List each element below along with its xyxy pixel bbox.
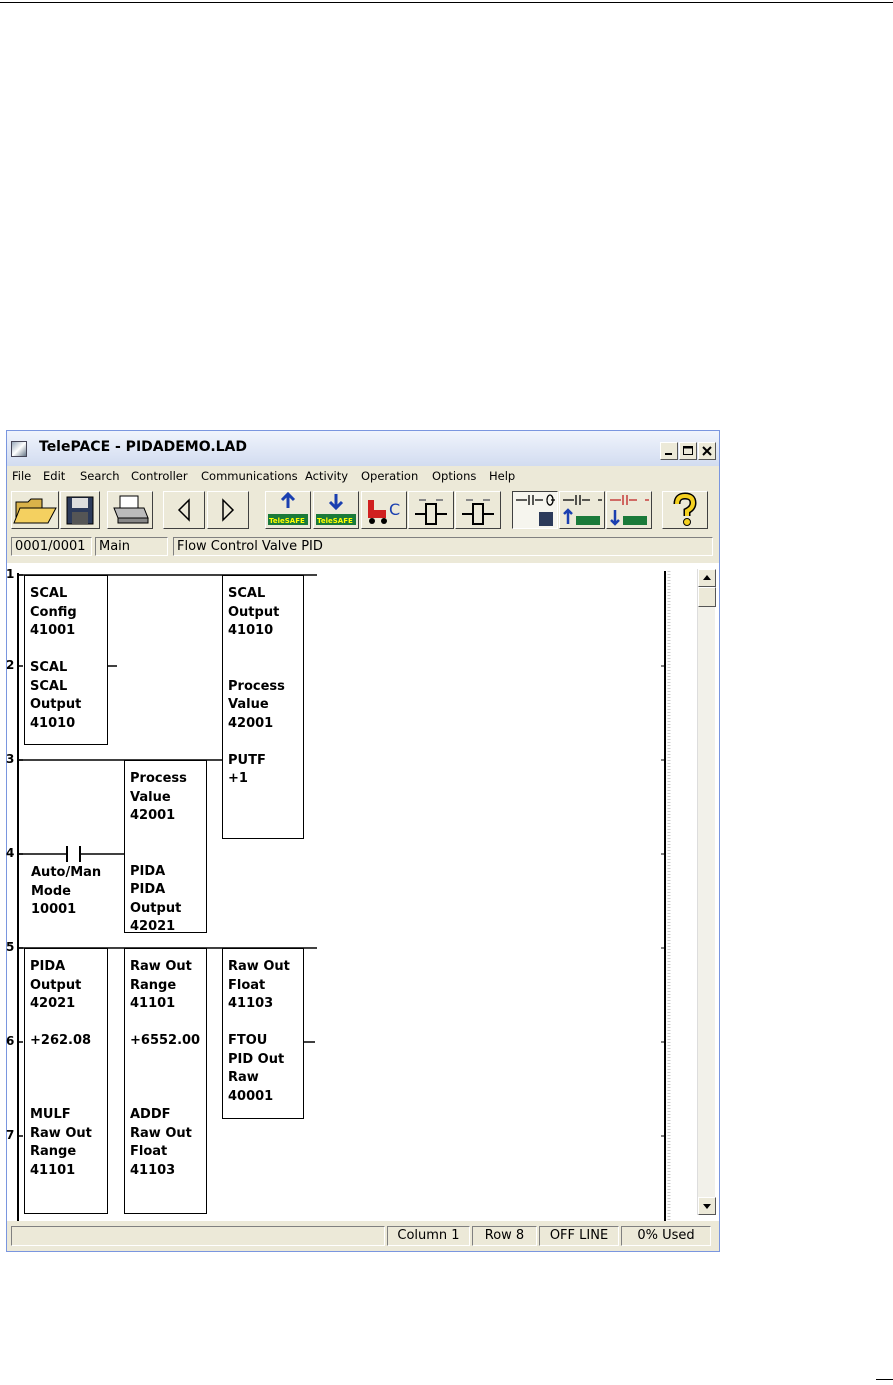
menu-activity[interactable]: Activity bbox=[305, 469, 348, 483]
mulf-block[interactable]: PIDA Output 42021 +262.08 MULF Raw Out R… bbox=[24, 948, 108, 1214]
back-arrow-icon bbox=[177, 498, 190, 522]
rung-number-5: 5 bbox=[6, 940, 15, 954]
page-top-rule bbox=[0, 2, 893, 3]
window-title: TelePACE - PIDADEMO.LAD bbox=[39, 439, 248, 455]
back-button[interactable] bbox=[163, 491, 205, 529]
ladder-read-icon bbox=[563, 495, 602, 525]
minimize-icon bbox=[665, 453, 672, 455]
print-button[interactable] bbox=[107, 491, 153, 529]
network-comment: Flow Control Valve PID bbox=[173, 537, 713, 556]
status-used: 0% Used bbox=[621, 1226, 711, 1246]
status-bar: Column 1 Row 8 OFF LINE 0% Used bbox=[7, 1223, 719, 1251]
telesafe-label: TeleSAFE bbox=[269, 517, 305, 525]
run-controller-button[interactable]: C bbox=[361, 491, 407, 529]
save-disk-icon bbox=[66, 496, 94, 525]
ftou-text: Raw Out Float 41103 FTOU PID Out Raw 400… bbox=[228, 959, 290, 1104]
telesafe-label: TeleSAFE bbox=[317, 517, 353, 525]
page-corner-mark bbox=[876, 1379, 893, 1380]
save-button[interactable] bbox=[60, 491, 100, 529]
write-controller-button[interactable]: TeleSAFE bbox=[313, 491, 359, 529]
menu-search[interactable]: Search bbox=[80, 469, 120, 483]
scal-config-text: SCAL Config 41001 SCAL SCAL Output 41010 bbox=[30, 586, 82, 731]
toolbar: TeleSAFE TeleSAFE C bbox=[7, 487, 719, 533]
monitor-alt-button[interactable] bbox=[455, 491, 501, 529]
monitor-icon bbox=[415, 499, 447, 525]
close-icon bbox=[702, 446, 712, 456]
help-button[interactable] bbox=[662, 491, 708, 529]
scal-config-block[interactable]: SCAL Config 41001 SCAL SCAL Output 41010 bbox=[24, 575, 108, 745]
scroll-down-icon bbox=[703, 1204, 711, 1209]
menu-operation[interactable]: Operation bbox=[361, 469, 418, 483]
menu-edit[interactable]: Edit bbox=[43, 469, 65, 483]
title-bar[interactable]: TelePACE - PIDADEMO.LAD bbox=[7, 431, 719, 466]
menu-file[interactable]: File bbox=[12, 469, 31, 483]
ladder-write-icon bbox=[610, 495, 649, 526]
print-icon bbox=[113, 495, 149, 524]
menu-communications[interactable]: Communications bbox=[201, 469, 298, 483]
auto-man-contact-label[interactable]: Auto/Man Mode 10001 bbox=[31, 864, 101, 920]
rung-number-7: 7 bbox=[6, 1128, 15, 1142]
close-button[interactable] bbox=[698, 442, 716, 460]
rung-number-1: 1 bbox=[6, 567, 15, 581]
addf-block[interactable]: Raw Out Range 41101 +6552.00 ADDF Raw Ou… bbox=[124, 948, 207, 1214]
status-row: Row 8 bbox=[472, 1226, 537, 1246]
read-controller-button[interactable]: TeleSAFE bbox=[265, 491, 311, 529]
forward-arrow-icon bbox=[222, 498, 235, 522]
controller-c-label: C bbox=[389, 500, 401, 519]
monitor-button[interactable] bbox=[408, 491, 454, 529]
telepace-window: TelePACE - PIDADEMO.LAD File Edit Search… bbox=[6, 430, 720, 1252]
rung-number-2: 2 bbox=[6, 658, 15, 672]
pida-text: Process Value 42001 PIDA PIDA Output 420… bbox=[130, 771, 187, 934]
scal-output-text: SCAL Output 41010 Process Value 42001 PU… bbox=[228, 586, 285, 786]
menu-bar: File Edit Search Controller Communicatio… bbox=[7, 467, 719, 487]
ladder-save-icon bbox=[516, 494, 555, 526]
scroll-up-button[interactable] bbox=[698, 569, 716, 587]
vertical-scrollbar[interactable] bbox=[697, 569, 716, 1215]
rung-number-3: 3 bbox=[6, 752, 15, 766]
rung-number-6: 6 bbox=[6, 1034, 15, 1048]
addf-text: Raw Out Range 41101 +6552.00 ADDF Raw Ou… bbox=[130, 959, 201, 1178]
menu-options[interactable]: Options bbox=[432, 469, 476, 483]
forward-button[interactable] bbox=[207, 491, 249, 529]
monitor-alt-icon bbox=[462, 499, 494, 525]
status-mode: OFF LINE bbox=[539, 1226, 619, 1246]
ladder-write-button[interactable] bbox=[606, 491, 652, 529]
network-name: Main bbox=[95, 537, 168, 556]
menu-help[interactable]: Help bbox=[489, 469, 515, 483]
ftou-block[interactable]: Raw Out Float 41103 FTOU PID Out Raw 400… bbox=[222, 948, 304, 1119]
pida-block[interactable]: Process Value 42001 PIDA PIDA Output 420… bbox=[124, 760, 207, 934]
open-folder-icon bbox=[13, 498, 57, 524]
scroll-up-icon bbox=[703, 575, 711, 580]
scroll-thumb[interactable] bbox=[698, 587, 716, 607]
scal-output-block[interactable]: SCAL Output 41010 Process Value 42001 PU… bbox=[222, 575, 304, 839]
status-column: Column 1 bbox=[387, 1226, 470, 1246]
ladder-wiring bbox=[17, 571, 671, 1221]
status-message bbox=[11, 1226, 385, 1246]
minimize-button[interactable] bbox=[660, 442, 678, 460]
maximize-button[interactable] bbox=[679, 442, 697, 460]
mulf-text: PIDA Output 42021 +262.08 MULF Raw Out R… bbox=[30, 959, 92, 1178]
menu-controller[interactable]: Controller bbox=[131, 469, 188, 483]
rung-number-4: 4 bbox=[6, 846, 15, 860]
write-to-controller-icon bbox=[328, 494, 344, 511]
network-info-bar: 0001/0001 Main Flow Control Valve PID bbox=[7, 535, 719, 559]
help-icon bbox=[673, 492, 697, 526]
ladder-read-button[interactable] bbox=[559, 491, 605, 529]
ladder-save-button[interactable] bbox=[512, 491, 558, 529]
read-from-controller-icon bbox=[280, 492, 296, 508]
scroll-down-button[interactable] bbox=[698, 1197, 716, 1215]
network-number: 0001/0001 bbox=[11, 537, 92, 556]
app-icon bbox=[11, 441, 27, 457]
maximize-icon bbox=[683, 446, 693, 455]
open-button[interactable] bbox=[11, 491, 59, 529]
ladder-editor[interactable]: 1 2 3 4 5 6 7 SCAL Config 41001 SCAL SCA… bbox=[6, 563, 719, 1221]
